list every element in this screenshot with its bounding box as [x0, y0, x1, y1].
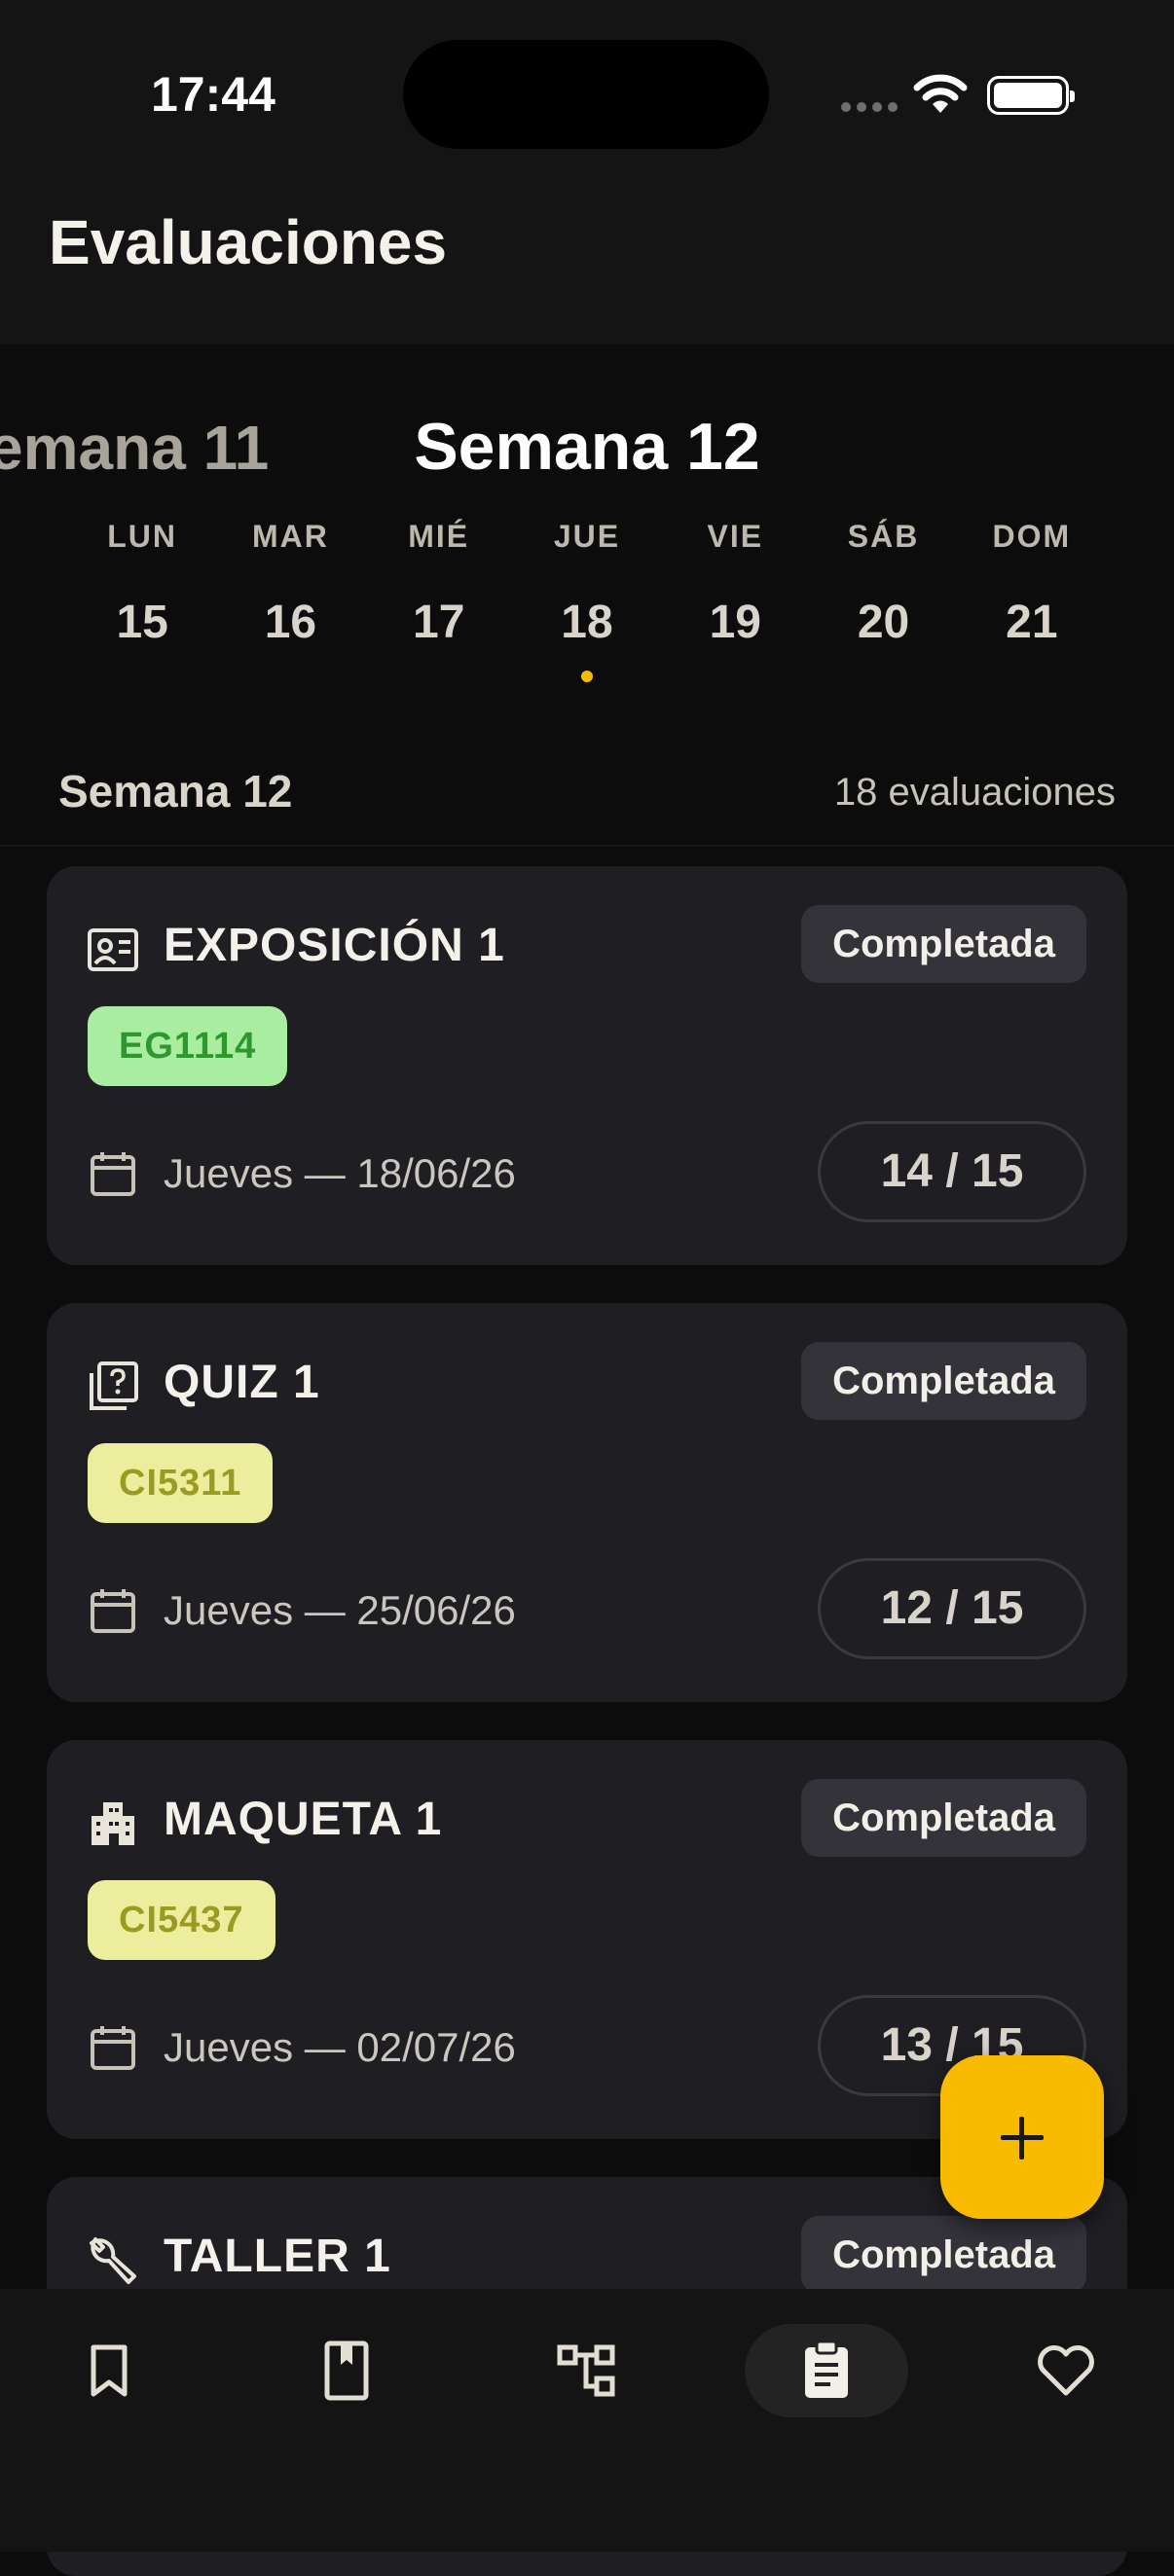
- divider: [0, 845, 1174, 847]
- wifi-icon: [913, 74, 968, 113]
- week-days: LUN 15 MAR 16 MIÉ 17 JUE 18 VIE 19 SÁB 2…: [68, 519, 1106, 682]
- app-header: 17:44 Evaluaciones: [0, 0, 1174, 345]
- status-time: 17:44: [151, 67, 275, 122]
- course-code: CI5311: [88, 1443, 274, 1523]
- page-title: Evaluaciones: [49, 207, 448, 277]
- evaluation-count: 18 evaluaciones: [833, 771, 1116, 814]
- nav-favorites[interactable]: [984, 2324, 1148, 2417]
- dynamic-island: [403, 40, 769, 149]
- evaluation-title: EXPOSICIÓN 1: [164, 920, 505, 971]
- nav-bookmark[interactable]: [27, 2324, 191, 2417]
- book-icon: [324, 2340, 369, 2401]
- status-badge: Completada: [801, 1342, 1086, 1420]
- day-fri[interactable]: VIE 19: [661, 519, 809, 682]
- tree-icon: [557, 2344, 615, 2397]
- evaluation-title: MAQUETA 1: [164, 1794, 443, 1845]
- day-number: 17: [413, 597, 465, 648]
- evaluation-card[interactable]: EXPOSICIÓN 1 Completada EG1114 Jueves — …: [47, 866, 1127, 1265]
- bottom-nav: [0, 2289, 1174, 2552]
- day-name: DOM: [992, 519, 1072, 554]
- day-sun[interactable]: DOM 21: [958, 519, 1106, 682]
- event-dot: [580, 671, 593, 682]
- evaluation-title: QUIZ 1: [164, 1357, 320, 1408]
- day-number: 20: [857, 597, 910, 648]
- section-title: Semana 12: [58, 766, 293, 816]
- bookmark-icon: [91, 2344, 128, 2397]
- status-badge: Completada: [801, 2216, 1086, 2294]
- evaluation-date: Jueves — 25/06/26: [164, 1587, 516, 1633]
- calendar-icon: [91, 1589, 135, 1633]
- nav-tree[interactable]: [505, 2324, 669, 2417]
- evaluation-score[interactable]: 14 / 15: [818, 1121, 1086, 1222]
- presentation-icon: [88, 928, 138, 971]
- battery-icon: [987, 76, 1075, 115]
- day-thu[interactable]: JUE 18: [513, 519, 661, 682]
- evaluation-date: Jueves — 18/06/26: [164, 1150, 516, 1196]
- week-current[interactable]: Semana 12: [0, 409, 1174, 485]
- course-code: CI5437: [88, 1880, 275, 1960]
- day-mon[interactable]: LUN 15: [68, 519, 216, 682]
- day-name: MAR: [251, 519, 329, 554]
- calendar-icon: [91, 1152, 135, 1196]
- heart-icon: [1038, 2345, 1094, 2396]
- course-code: EG1114: [88, 1006, 288, 1086]
- day-name: LUN: [107, 519, 178, 554]
- evaluation-card[interactable]: QUIZ 1 Completada CI5311 Jueves — 25/06/…: [47, 1303, 1127, 1702]
- wrench-icon: [90, 2237, 136, 2284]
- clipboard-icon: [805, 2340, 848, 2398]
- day-number: 18: [561, 597, 613, 648]
- add-evaluation-button[interactable]: [940, 2055, 1104, 2219]
- day-number: 19: [709, 597, 761, 648]
- quiz-icon: [90, 1361, 138, 1410]
- calendar-icon: [91, 2026, 135, 2070]
- day-tue[interactable]: MAR 16: [216, 519, 364, 682]
- nav-evaluations[interactable]: [745, 2324, 908, 2417]
- evaluation-title: TALLER 1: [164, 2231, 391, 2282]
- day-name: VIE: [707, 519, 764, 554]
- status-badge: Completada: [801, 1779, 1086, 1857]
- nav-book[interactable]: [265, 2324, 428, 2417]
- day-wed[interactable]: MIÉ 17: [365, 519, 513, 682]
- evaluation-date: Jueves — 02/07/26: [164, 2024, 516, 2070]
- day-number: 16: [264, 597, 317, 648]
- day-number: 15: [116, 597, 168, 648]
- day-name: SÁB: [847, 519, 920, 554]
- day-name: JUE: [553, 519, 621, 554]
- day-number: 21: [1006, 597, 1058, 648]
- signal-icon: [841, 102, 898, 112]
- status-badge: Completada: [801, 905, 1086, 983]
- evaluation-score[interactable]: 12 / 15: [818, 1558, 1086, 1659]
- day-sat[interactable]: SÁB 20: [809, 519, 957, 682]
- day-name: MIÉ: [408, 519, 470, 554]
- building-icon: [92, 1802, 134, 1845]
